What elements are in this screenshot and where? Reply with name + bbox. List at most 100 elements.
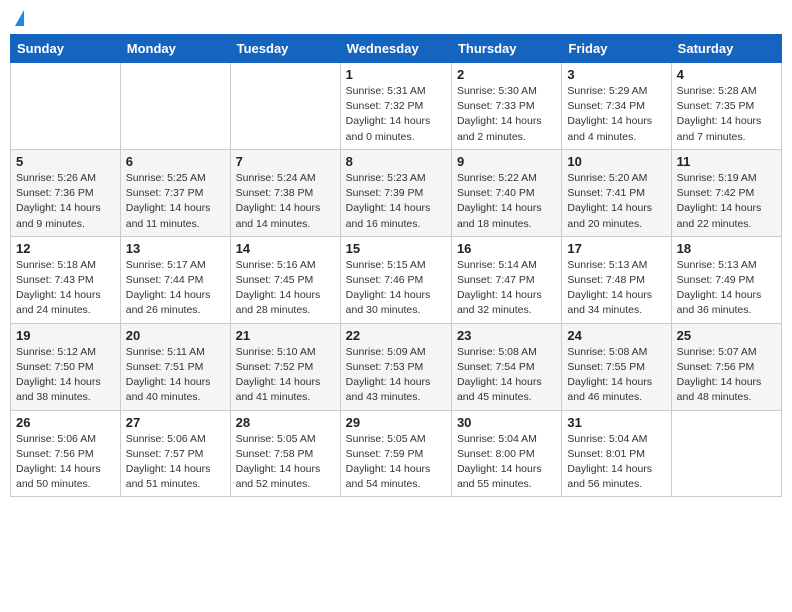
day-number: 25 xyxy=(677,328,776,343)
calendar-cell: 10 Sunrise: 5:20 AMSunset: 7:41 PMDayligh… xyxy=(562,149,671,236)
calendar-cell: 31 Sunrise: 5:04 AMSunset: 8:01 PMDayligh… xyxy=(562,410,671,497)
day-info: Sunrise: 5:04 AMSunset: 8:00 PMDaylight:… xyxy=(457,432,556,493)
calendar-cell: 26 Sunrise: 5:06 AMSunset: 7:56 PMDayligh… xyxy=(11,410,121,497)
day-header-sunday: Sunday xyxy=(11,35,121,63)
calendar-cell: 13Sunrise: 5:17 AMSunset: 7:44 PMDayligh… xyxy=(120,236,230,323)
day-info: Sunrise: 5:06 AMSunset: 7:56 PMDaylight:… xyxy=(16,432,115,493)
day-number: 27 xyxy=(126,415,225,430)
day-info: Sunrise: 5:08 AMSunset: 7:54 PMDaylight:… xyxy=(457,345,556,406)
day-info: Sunrise: 5:12 AMSunset: 7:50 PMDaylight:… xyxy=(16,345,115,406)
calendar-cell: 21 Sunrise: 5:10 AMSunset: 7:52 PMDayligh… xyxy=(230,323,340,410)
calendar-cell: 9 Sunrise: 5:22 AMSunset: 7:40 PMDaylight… xyxy=(451,149,561,236)
day-info: Sunrise: 5:10 AMSunset: 7:52 PMDaylight:… xyxy=(236,345,335,406)
day-info: Sunrise: 5:25 AMSunset: 7:37 PMDaylight:… xyxy=(126,171,225,232)
day-number: 18 xyxy=(677,241,776,256)
calendar-cell: 16Sunrise: 5:14 AMSunset: 7:47 PMDayligh… xyxy=(451,236,561,323)
calendar-cell: 8Sunrise: 5:23 AMSunset: 7:39 PMDaylight… xyxy=(340,149,451,236)
day-header-tuesday: Tuesday xyxy=(230,35,340,63)
day-info: Sunrise: 5:26 AMSunset: 7:36 PMDaylight:… xyxy=(16,171,115,232)
calendar-cell: 4 Sunrise: 5:28 AMSunset: 7:35 PMDaylight… xyxy=(671,63,781,150)
day-info: Sunrise: 5:13 AMSunset: 7:49 PMDaylight:… xyxy=(677,258,776,319)
day-number: 22 xyxy=(346,328,446,343)
day-number: 11 xyxy=(677,154,776,169)
day-info: Sunrise: 5:29 AMSunset: 7:34 PMDaylight:… xyxy=(567,84,665,145)
calendar-cell: 29 Sunrise: 5:05 AMSunset: 7:59 PMDayligh… xyxy=(340,410,451,497)
day-header-thursday: Thursday xyxy=(451,35,561,63)
calendar-cell: 18 Sunrise: 5:13 AMSunset: 7:49 PMDayligh… xyxy=(671,236,781,323)
day-info: Sunrise: 5:18 AMSunset: 7:43 PMDaylight:… xyxy=(16,258,115,319)
day-number: 7 xyxy=(236,154,335,169)
day-info: Sunrise: 5:16 AMSunset: 7:45 PMDaylight:… xyxy=(236,258,335,319)
day-header-saturday: Saturday xyxy=(671,35,781,63)
calendar-cell: 15 Sunrise: 5:15 AMSunset: 7:46 PMDayligh… xyxy=(340,236,451,323)
day-info: Sunrise: 5:31 AMSunset: 7:32 PMDaylight:… xyxy=(346,84,446,145)
day-info: Sunrise: 5:24 AMSunset: 7:38 PMDaylight:… xyxy=(236,171,335,232)
day-number: 6 xyxy=(126,154,225,169)
calendar-cell xyxy=(11,63,121,150)
day-number: 4 xyxy=(677,67,776,82)
calendar-cell: 25 Sunrise: 5:07 AMSunset: 7:56 PMDayligh… xyxy=(671,323,781,410)
day-info: Sunrise: 5:23 AMSunset: 7:39 PMDaylight:… xyxy=(346,171,446,232)
day-number: 28 xyxy=(236,415,335,430)
page-header xyxy=(10,10,782,26)
day-number: 23 xyxy=(457,328,556,343)
calendar-cell: 6 Sunrise: 5:25 AMSunset: 7:37 PMDaylight… xyxy=(120,149,230,236)
day-info: Sunrise: 5:08 AMSunset: 7:55 PMDaylight:… xyxy=(567,345,665,406)
calendar-cell: 22 Sunrise: 5:09 AMSunset: 7:53 PMDayligh… xyxy=(340,323,451,410)
day-number: 3 xyxy=(567,67,665,82)
day-info: Sunrise: 5:04 AMSunset: 8:01 PMDaylight:… xyxy=(567,432,665,493)
day-number: 9 xyxy=(457,154,556,169)
day-header-friday: Friday xyxy=(562,35,671,63)
day-number: 15 xyxy=(346,241,446,256)
calendar-cell: 28 Sunrise: 5:05 AMSunset: 7:58 PMDayligh… xyxy=(230,410,340,497)
logo-triangle-icon xyxy=(15,10,24,26)
day-header-wednesday: Wednesday xyxy=(340,35,451,63)
day-info: Sunrise: 5:05 AMSunset: 7:58 PMDaylight:… xyxy=(236,432,335,493)
day-number: 5 xyxy=(16,154,115,169)
day-info: Sunrise: 5:13 AMSunset: 7:48 PMDaylight:… xyxy=(567,258,665,319)
day-info: Sunrise: 5:11 AMSunset: 7:51 PMDaylight:… xyxy=(126,345,225,406)
calendar-cell: 12Sunrise: 5:18 AMSunset: 7:43 PMDayligh… xyxy=(11,236,121,323)
calendar-cell: 19 Sunrise: 5:12 AMSunset: 7:50 PMDayligh… xyxy=(11,323,121,410)
calendar-cell: 11 Sunrise: 5:19 AMSunset: 7:42 PMDayligh… xyxy=(671,149,781,236)
calendar-cell: 20Sunrise: 5:11 AMSunset: 7:51 PMDayligh… xyxy=(120,323,230,410)
calendar-cell xyxy=(671,410,781,497)
day-info: Sunrise: 5:05 AMSunset: 7:59 PMDaylight:… xyxy=(346,432,446,493)
day-info: Sunrise: 5:09 AMSunset: 7:53 PMDaylight:… xyxy=(346,345,446,406)
day-number: 26 xyxy=(16,415,115,430)
day-info: Sunrise: 5:28 AMSunset: 7:35 PMDaylight:… xyxy=(677,84,776,145)
day-number: 30 xyxy=(457,415,556,430)
calendar-cell: 14 Sunrise: 5:16 AMSunset: 7:45 PMDayligh… xyxy=(230,236,340,323)
calendar-cell: 17 Sunrise: 5:13 AMSunset: 7:48 PMDayligh… xyxy=(562,236,671,323)
day-info: Sunrise: 5:22 AMSunset: 7:40 PMDaylight:… xyxy=(457,171,556,232)
calendar-cell: 30 Sunrise: 5:04 AMSunset: 8:00 PMDayligh… xyxy=(451,410,561,497)
day-number: 24 xyxy=(567,328,665,343)
calendar-cell: 1Sunrise: 5:31 AMSunset: 7:32 PMDaylight… xyxy=(340,63,451,150)
day-number: 10 xyxy=(567,154,665,169)
day-info: Sunrise: 5:06 AMSunset: 7:57 PMDaylight:… xyxy=(126,432,225,493)
calendar-cell: 27 Sunrise: 5:06 AMSunset: 7:57 PMDayligh… xyxy=(120,410,230,497)
day-number: 29 xyxy=(346,415,446,430)
day-number: 17 xyxy=(567,241,665,256)
day-info: Sunrise: 5:07 AMSunset: 7:56 PMDaylight:… xyxy=(677,345,776,406)
calendar-cell: 23 Sunrise: 5:08 AMSunset: 7:54 PMDayligh… xyxy=(451,323,561,410)
day-number: 31 xyxy=(567,415,665,430)
day-info: Sunrise: 5:20 AMSunset: 7:41 PMDaylight:… xyxy=(567,171,665,232)
calendar-cell: 2Sunrise: 5:30 AMSunset: 7:33 PMDaylight… xyxy=(451,63,561,150)
day-header-monday: Monday xyxy=(120,35,230,63)
calendar-cell: 5 Sunrise: 5:26 AMSunset: 7:36 PMDaylight… xyxy=(11,149,121,236)
day-info: Sunrise: 5:17 AMSunset: 7:44 PMDaylight:… xyxy=(126,258,225,319)
calendar-cell: 24 Sunrise: 5:08 AMSunset: 7:55 PMDayligh… xyxy=(562,323,671,410)
day-info: Sunrise: 5:19 AMSunset: 7:42 PMDaylight:… xyxy=(677,171,776,232)
day-number: 2 xyxy=(457,67,556,82)
logo xyxy=(14,10,24,26)
day-number: 21 xyxy=(236,328,335,343)
day-number: 16 xyxy=(457,241,556,256)
day-number: 19 xyxy=(16,328,115,343)
calendar-cell xyxy=(120,63,230,150)
calendar-table: SundayMondayTuesdayWednesdayThursdayFrid… xyxy=(10,34,782,497)
day-number: 14 xyxy=(236,241,335,256)
calendar-cell: 3 Sunrise: 5:29 AMSunset: 7:34 PMDaylight… xyxy=(562,63,671,150)
day-info: Sunrise: 5:15 AMSunset: 7:46 PMDaylight:… xyxy=(346,258,446,319)
calendar-cell: 7 Sunrise: 5:24 AMSunset: 7:38 PMDaylight… xyxy=(230,149,340,236)
